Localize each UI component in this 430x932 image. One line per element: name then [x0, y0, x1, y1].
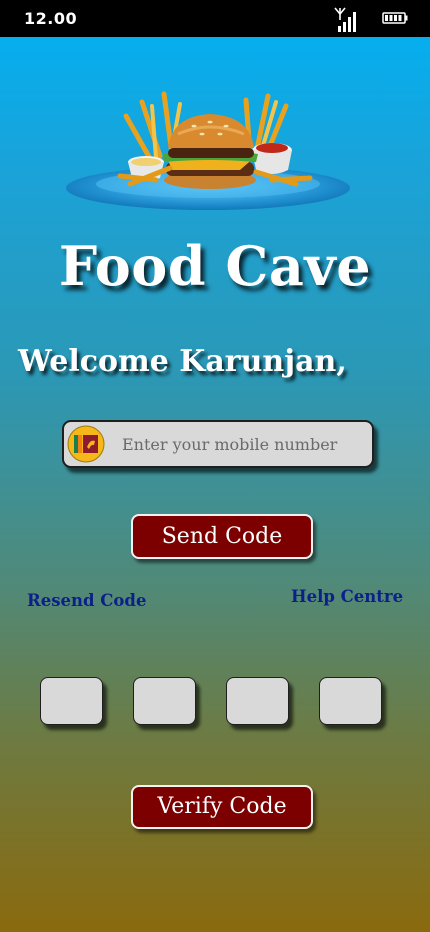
phone-number-field[interactable] — [62, 420, 374, 468]
app-title: Food Cave — [58, 234, 372, 298]
verify-code-button[interactable]: Verify Code — [131, 785, 313, 829]
send-code-button[interactable]: Send Code — [131, 514, 313, 559]
welcome-message: Welcome Karunjan, — [18, 344, 347, 379]
otp-digit-2[interactable] — [133, 677, 196, 725]
otp-digit-1[interactable] — [40, 677, 103, 725]
otp-digit-4[interactable] — [319, 677, 382, 725]
food-hero-image — [66, 91, 350, 210]
mobile-number-input[interactable] — [122, 422, 362, 466]
signal-icon — [334, 7, 356, 32]
status-bar: 12.00 — [0, 0, 430, 37]
otp-digit-3[interactable] — [226, 677, 289, 725]
battery-icon — [382, 12, 408, 24]
status-time: 12.00 — [24, 9, 78, 28]
help-centre-link[interactable]: Help Centre — [291, 587, 403, 606]
resend-code-link[interactable]: Resend Code — [27, 591, 146, 610]
sri-lanka-flag-icon[interactable] — [67, 425, 105, 463]
